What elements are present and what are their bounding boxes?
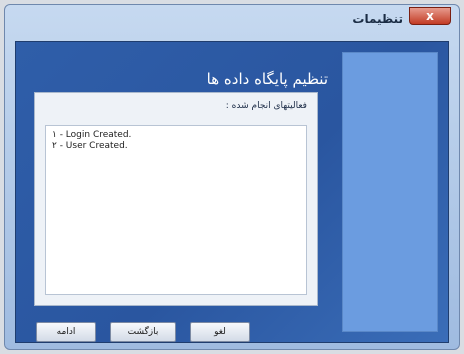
side-panel [342, 52, 438, 332]
operations-panel: فعالیتهای انجام شده : ۱ - Login Created.… [34, 92, 318, 306]
page-title: تنظیم پایگاه داده ها [206, 70, 328, 88]
wizard-content: تنظیم پایگاه داده ها فعالیتهای انجام شده… [15, 41, 449, 343]
close-button[interactable]: x [409, 7, 451, 25]
log-line: ۲ - User Created. [52, 141, 128, 151]
operations-log[interactable]: ۱ - Login Created. ۲ - User Created. [45, 125, 307, 295]
operations-label: فعالیتهای انجام شده : [225, 101, 307, 111]
back-button[interactable]: بازگشت [110, 322, 176, 342]
installer-window: تنظیمات x تنظیم پایگاه داده ها فعالیتهای… [4, 4, 460, 350]
log-line: ۱ - Login Created. [52, 130, 132, 140]
cancel-button[interactable]: لغو [190, 322, 250, 342]
title-bar[interactable]: تنظیمات x [5, 5, 459, 35]
close-icon: x [426, 9, 434, 23]
window-title: تنظیمات [352, 12, 403, 26]
continue-button[interactable]: ادامه [36, 322, 96, 342]
